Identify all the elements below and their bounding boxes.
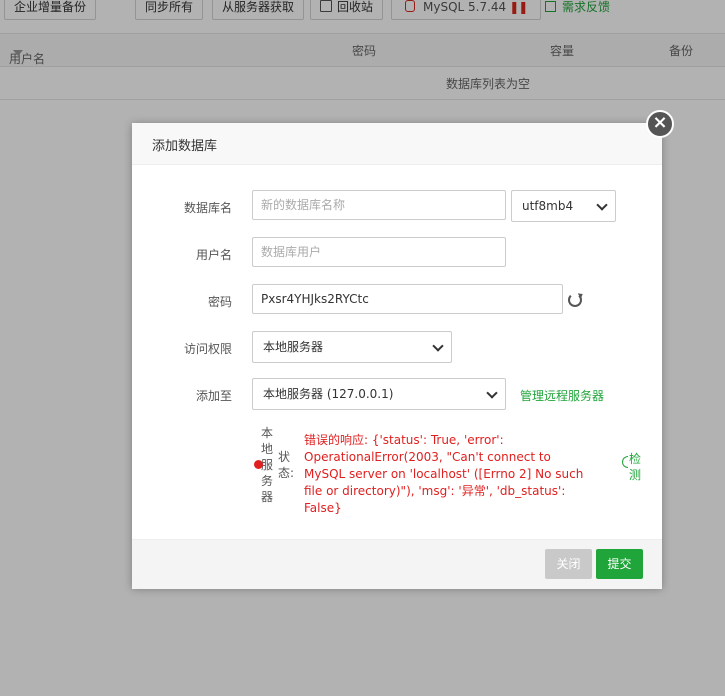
access-select[interactable]: 本地服务器 (252, 331, 452, 363)
chevron-down-icon (486, 387, 498, 399)
charset-select-value: utf8mb4 (522, 199, 574, 213)
dialog-footer: 关闭 提交 (132, 539, 662, 589)
close-button[interactable]: 关闭 (545, 549, 592, 579)
dialog-header: 添加数据库 (132, 123, 662, 165)
username-input[interactable] (252, 237, 506, 267)
add-database-dialog: 添加数据库 数据库名 utf8mb4 用户名 密码 访问权限 本地服务器 添加至… (132, 123, 662, 589)
charset-select[interactable]: utf8mb4 (511, 190, 616, 222)
error-status-icon (254, 460, 263, 469)
add-to-select[interactable]: 本地服务器 (127.0.0.1) (252, 378, 506, 410)
access-select-value: 本地服务器 (263, 340, 324, 354)
password-input[interactable] (252, 284, 563, 314)
detect-label: 检测 (629, 452, 642, 482)
detect-icon (622, 456, 628, 468)
username-label: 用户名 (195, 248, 232, 262)
refresh-icon[interactable] (568, 293, 582, 307)
submit-button[interactable]: 提交 (596, 549, 643, 579)
status-label: 状态: (278, 450, 295, 480)
password-label: 密码 (207, 295, 232, 309)
chevron-down-icon (596, 199, 608, 211)
add-to-label: 添加至 (195, 389, 232, 403)
access-label: 访问权限 (183, 342, 232, 356)
chevron-down-icon (432, 340, 444, 352)
error-message: 错误的响应: {'status': True, 'error': Operati… (304, 433, 584, 515)
db-name-label: 数据库名 (183, 201, 232, 215)
manage-remote-link[interactable]: 管理远程服务器 (520, 387, 604, 404)
close-icon[interactable]: × (646, 110, 674, 138)
db-name-input[interactable] (252, 190, 506, 220)
dialog-title: 添加数据库 (152, 139, 218, 154)
add-to-select-value: 本地服务器 (127.0.0.1) (263, 387, 394, 401)
